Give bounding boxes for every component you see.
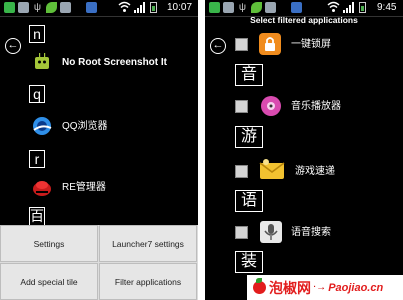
filter-checkbox[interactable]: [235, 165, 248, 178]
app-name-music-player[interactable]: 音乐播放器: [291, 100, 341, 114]
screenshot-notification-icon: [18, 2, 29, 13]
right-phone-screen: ψ 9:45 Select filtered applications ← 一键…: [205, 0, 403, 300]
app-name-qq-browser[interactable]: QQ浏览器: [62, 120, 108, 134]
site-watermark-logo: 泡椒网 ‧→ Paojiao.cn: [247, 275, 403, 300]
back-arrow-icon[interactable]: ←: [210, 38, 226, 54]
app-notification-icon: [60, 2, 71, 13]
game-express-icon: [259, 159, 285, 179]
wifi-icon: [118, 1, 131, 12]
watermark-en: Paojiao.cn: [328, 281, 384, 294]
android-robot-icon: [35, 53, 49, 69]
notification-icon: [209, 2, 220, 13]
watermark-cn: 泡椒网: [269, 280, 311, 297]
index-char-yin[interactable]: 音: [235, 64, 263, 86]
wifi-icon: [327, 1, 340, 12]
options-menu: Settings Launcher7 settings Add special …: [0, 225, 198, 300]
back-arrow-icon[interactable]: ←: [5, 38, 21, 54]
music-player-icon: [261, 96, 281, 116]
app-name-game-express[interactable]: 游戏速递: [295, 165, 335, 179]
index-char-zhuang[interactable]: 装: [235, 251, 263, 273]
index-letter-bai[interactable]: 百: [29, 207, 45, 227]
filter-checkbox[interactable]: [235, 38, 248, 51]
re-manager-icon: [33, 181, 51, 196]
screenshot-notification-icon: [223, 2, 234, 13]
app-name-voice-search[interactable]: 语音搜索: [291, 226, 331, 240]
leaf-icon: [46, 2, 57, 13]
leaf-icon: [251, 2, 262, 13]
status-time: 10:07: [167, 2, 193, 13]
usb-icon: ψ: [33, 2, 42, 13]
filter-applications-menu-item[interactable]: Filter applications: [99, 263, 197, 300]
usb-icon: ψ: [238, 2, 247, 13]
app-name-re-manager[interactable]: RE管理器: [62, 181, 106, 195]
app-name-one-key-lock[interactable]: 一键锁屏: [291, 38, 331, 52]
microphone-icon: [260, 221, 282, 243]
filter-checkbox[interactable]: [235, 226, 248, 239]
index-letter-r[interactable]: r: [29, 150, 45, 168]
settings-menu-item[interactable]: Settings: [0, 225, 98, 262]
index-char-you[interactable]: 游: [235, 126, 263, 148]
page-title: Select filtered applications: [250, 15, 358, 25]
launcher-settings-menu-item[interactable]: Launcher7 settings: [99, 225, 197, 262]
m-icon: [86, 2, 97, 13]
index-letter-q[interactable]: q: [29, 85, 45, 103]
battery-icon: [150, 2, 157, 13]
filter-checkbox[interactable]: [235, 100, 248, 113]
index-char-yu[interactable]: 语: [235, 190, 263, 212]
status-time: 9:45: [377, 2, 397, 13]
signal-icon: [343, 2, 354, 13]
arrow-icon: ‧→: [313, 282, 327, 293]
signal-icon: [134, 2, 145, 13]
add-special-tile-menu-item[interactable]: Add special tile: [0, 263, 98, 300]
status-bar: ψ 10:07: [0, 0, 198, 17]
lock-icon: [259, 33, 281, 55]
left-phone-screen: ψ 10:07 ← n No Root Screenshot It q QQ浏览…: [0, 0, 198, 300]
notification-icon: [4, 2, 15, 13]
qq-browser-icon: [33, 117, 52, 135]
index-letter-n[interactable]: n: [29, 25, 45, 43]
app-name-no-root-screenshot[interactable]: No Root Screenshot It: [62, 56, 167, 70]
m-icon: [291, 2, 302, 13]
battery-icon: [359, 2, 366, 13]
app-notification-icon: [265, 2, 276, 13]
pepper-logo-icon: [253, 278, 266, 294]
